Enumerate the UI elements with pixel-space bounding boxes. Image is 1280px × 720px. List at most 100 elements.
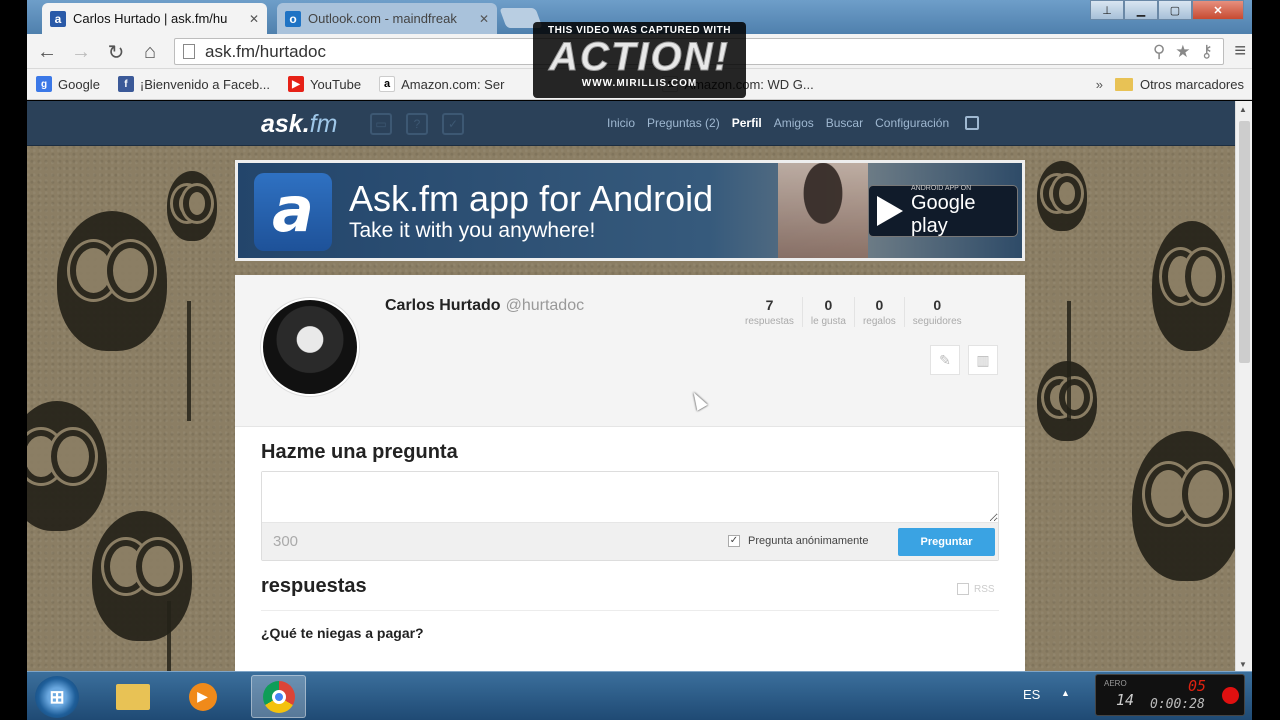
stat-respuestas[interactable]: 7 respuestas <box>737 297 802 327</box>
question-icon[interactable]: ? <box>406 113 428 135</box>
banner-title: Ask.fm app for Android <box>349 178 714 219</box>
stat-label: seguidores <box>912 316 962 327</box>
bookmark-youtube[interactable]: ▶ YouTube <box>279 76 370 92</box>
ask-heading: Hazme una pregunta <box>261 441 458 463</box>
web-page: ask.fm ▭ ? ✓ Inicio Preguntas (2) Perfil… <box>27 101 1235 671</box>
taskbar-media-player[interactable]: ▶ <box>175 675 230 718</box>
ask-form: 300 ✓ Pregunta anónimamente Preguntar <box>261 471 999 561</box>
bookmark-google[interactable]: g Google <box>27 76 109 92</box>
stat-value: 7 <box>765 297 774 313</box>
media-player-icon: ▶ <box>188 682 217 711</box>
language-indicator[interactable]: ES <box>1023 687 1040 702</box>
nav-inicio[interactable]: Inicio <box>607 116 635 130</box>
maximize-button[interactable]: ▢ <box>1158 0 1192 20</box>
google-play-badge[interactable]: ANDROID APP ON Google play <box>868 185 1018 237</box>
start-button[interactable]: ⊞ <box>35 676 79 718</box>
answer-question[interactable]: ¿Qué te niegas a pagar? <box>261 625 424 641</box>
stat-value: 0 <box>875 297 884 313</box>
home-icon[interactable]: ⌂ <box>138 40 162 64</box>
nav-amigos[interactable]: Amigos <box>774 116 814 130</box>
search-icon[interactable]: ⚲ <box>1153 42 1165 62</box>
nav-perfil[interactable]: Perfil <box>732 116 762 130</box>
stat-le-gusta[interactable]: 0 le gusta <box>801 297 854 327</box>
screen: a Carlos Hurtado | ask.fm/hu ✕ o Outlook… <box>0 0 1280 720</box>
scroll-down-arrow-icon[interactable]: ▼ <box>1239 660 1247 669</box>
android-app-banner[interactable]: a Ask.fm app for Android Take it with yo… <box>235 160 1025 261</box>
minimize-button[interactable]: ▁ <box>1124 0 1158 20</box>
profile-stats: 7 respuestas 0 le gusta 0 regalos 0 segu… <box>737 297 970 327</box>
taskbar-chrome[interactable] <box>251 675 306 718</box>
other-bookmarks-label: Otros marcadores <box>1139 76 1244 92</box>
stat-value: 0 <box>824 297 833 313</box>
more-bookmarks-chevron[interactable]: » <box>1084 77 1115 92</box>
trash-icon[interactable]: ▥ <box>968 345 998 375</box>
check-icon[interactable]: ✓ <box>442 113 464 135</box>
back-arrow-icon[interactable]: ← <box>35 40 59 64</box>
page-scrollbar[interactable]: ▲ ▼ <box>1235 101 1252 671</box>
chrome-icon <box>262 680 295 713</box>
tab-title: Outlook.com - maindfreak <box>308 11 457 26</box>
star-icon[interactable]: ★ <box>1175 42 1190 62</box>
forward-arrow-icon[interactable]: → <box>69 40 93 64</box>
stat-label: le gusta <box>810 316 846 327</box>
askfm-logo[interactable]: ask.fm <box>261 110 337 139</box>
watermark-logo: ACTION! <box>549 35 730 79</box>
tray-expand-icon[interactable]: ▲ <box>1061 688 1070 698</box>
watermark-url: WWW.MIRILLIS.COM <box>581 78 698 89</box>
stat-seguidores[interactable]: 0 seguidores <box>903 297 970 327</box>
bookmark-facebook[interactable]: f ¡Bienvenido a Faceb... <box>109 76 279 92</box>
scroll-up-arrow-icon[interactable]: ▲ <box>1239 105 1247 114</box>
windows-taskbar: ⊞ ▶ ES ▲ AERO 14 05 0:00:28 <box>27 671 1252 720</box>
recorder-fps: 14 <box>1116 691 1135 709</box>
page-icon <box>183 44 195 59</box>
tab-askfm[interactable]: a Carlos Hurtado | ask.fm/hu ✕ <box>42 3 267 34</box>
inbox-icon[interactable]: ▭ <box>370 113 392 135</box>
close-tab-icon[interactable]: ✕ <box>249 12 259 26</box>
scroll-thumb[interactable] <box>1239 121 1250 363</box>
taskbar-explorer[interactable] <box>105 675 160 718</box>
logout-icon[interactable] <box>965 116 980 130</box>
tab-title: Carlos Hurtado | ask.fm/hu <box>73 11 228 26</box>
rss-link[interactable]: RSS <box>957 583 995 595</box>
close-tab-icon[interactable]: ✕ <box>479 12 489 26</box>
owl-decoration <box>167 171 217 241</box>
answers-heading: respuestas <box>261 575 367 597</box>
outlook-icon: o <box>285 10 301 27</box>
reload-icon[interactable]: ↻ <box>104 40 128 64</box>
arrow-decoration <box>167 601 213 671</box>
youtube-icon: ▶ <box>288 76 304 92</box>
edit-pencil-icon[interactable]: ✎ <box>930 345 960 375</box>
facebook-icon: f <box>117 76 134 92</box>
tab-outlook[interactable]: o Outlook.com - maindfreak ✕ <box>277 3 497 34</box>
bookmark-amazon-1[interactable]: a Amazon.com: Ser <box>370 76 513 92</box>
extension-icon[interactable]: ⚷ <box>1201 42 1213 62</box>
recorder-label: AERO <box>1104 679 1127 688</box>
nav-buscar[interactable]: Buscar <box>826 116 863 130</box>
question-input[interactable] <box>262 472 998 522</box>
close-window-button[interactable]: ✕ <box>1192 0 1244 20</box>
amazon-icon: a <box>379 76 396 92</box>
other-bookmarks-folder[interactable]: Otros marcadores <box>1114 76 1252 92</box>
avatar[interactable] <box>261 298 359 396</box>
nav-configuracion[interactable]: Configuración <box>875 116 949 130</box>
menu-icon[interactable]: ≡ <box>1234 40 1246 63</box>
anonymous-option[interactable]: ✓ Pregunta anónimamente <box>728 535 868 547</box>
recorder-count: 05 <box>1188 677 1207 695</box>
profile-username[interactable]: @hurtadoc <box>506 297 585 314</box>
anonymous-checkbox[interactable]: ✓ <box>728 535 740 547</box>
banner-photo <box>778 163 868 258</box>
user-icon[interactable]: ⊥ <box>1090 0 1124 20</box>
nav-preguntas[interactable]: Preguntas (2) <box>647 116 720 130</box>
owl-decoration <box>1037 161 1087 231</box>
preguntar-button[interactable]: Preguntar <box>898 528 995 556</box>
bookmark-label: Google <box>58 76 100 92</box>
profile-name: Carlos Hurtado <box>385 297 501 314</box>
stat-regalos[interactable]: 0 regalos <box>853 297 904 327</box>
url-text: ask.fm/hurtadoc <box>205 41 326 61</box>
window-controls: ⊥ ▁ ▢ ✕ <box>1090 0 1244 20</box>
anonymous-label: Pregunta anónimamente <box>748 535 869 547</box>
record-icon[interactable] <box>1222 687 1239 704</box>
recorder-widget[interactable]: AERO 14 05 0:00:28 <box>1095 674 1245 716</box>
play-store-icon <box>877 196 903 226</box>
owl-decoration <box>57 211 167 351</box>
